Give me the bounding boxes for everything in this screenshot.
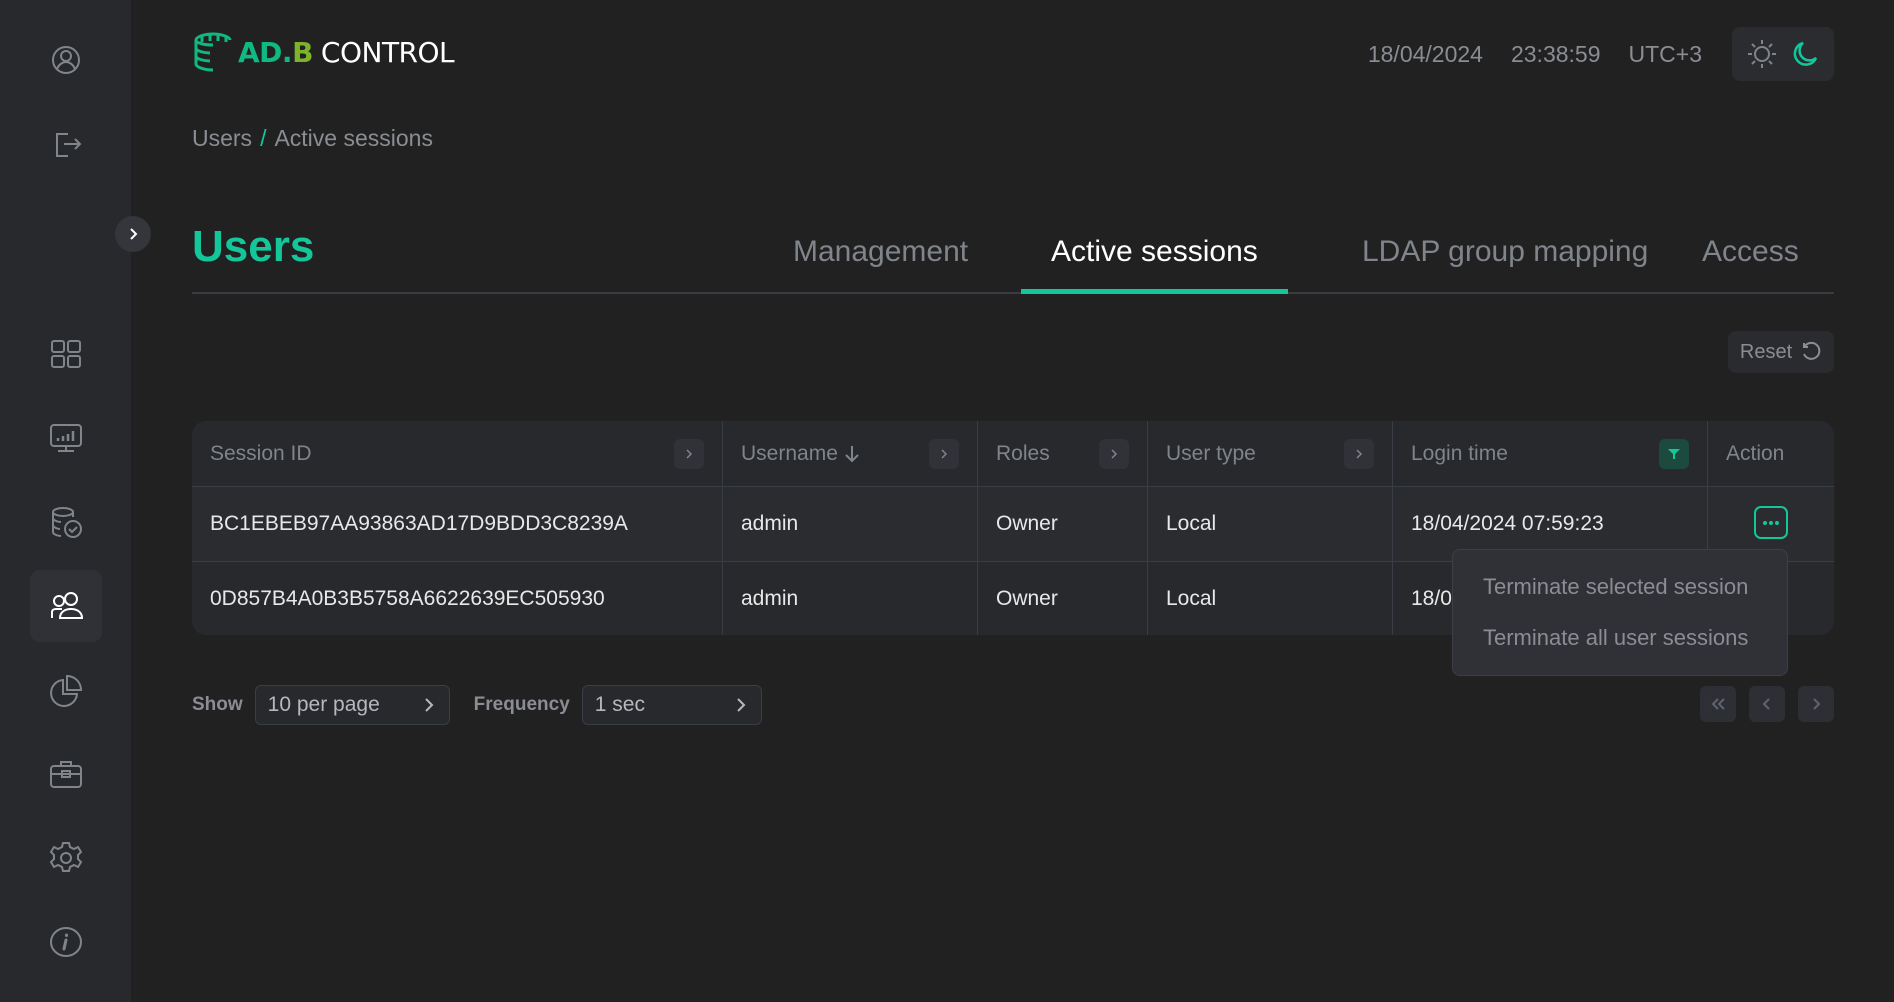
- breadcrumb: Users / Active sessions: [192, 125, 433, 152]
- info-icon[interactable]: [30, 906, 102, 978]
- filter-icon: [1668, 449, 1680, 459]
- logo-text-dot: .: [281, 35, 293, 69]
- logo-text-control: CONTROL: [320, 35, 455, 69]
- breadcrumb-active-sessions: Active sessions: [274, 125, 433, 151]
- header-date: 18/04/2024: [1367, 40, 1483, 67]
- menu-item-terminate-all-user-sessions[interactable]: Terminate all user sessions: [1453, 623, 1787, 674]
- page-size-value: 10 per page: [267, 693, 380, 716]
- table-controls: Show 10 per page Frequency 1 sec: [192, 685, 786, 725]
- cell-username: admin: [723, 487, 978, 561]
- column-header-username[interactable]: Username: [723, 421, 978, 486]
- column-header-login-time: Login time: [1393, 421, 1708, 486]
- moon-icon[interactable]: [1790, 39, 1820, 69]
- gear-icon[interactable]: [30, 822, 102, 894]
- show-label: Show: [192, 694, 243, 715]
- pie-chart-icon[interactable]: [30, 654, 102, 726]
- menu-item-terminate-selected-session[interactable]: Terminate selected session: [1453, 572, 1787, 623]
- column-header-roles: Roles: [978, 421, 1148, 486]
- chevron-right-icon: [1111, 449, 1118, 459]
- column-menu-button[interactable]: [1099, 439, 1129, 469]
- cell-roles: Owner: [978, 562, 1148, 635]
- sort-descending-icon[interactable]: [844, 444, 860, 464]
- briefcase-icon[interactable]: [30, 738, 102, 810]
- column-menu-button[interactable]: [674, 439, 704, 469]
- column-header-action: Action: [1708, 421, 1834, 486]
- sidebar-expand-button[interactable]: [115, 216, 151, 252]
- row-actions-menu: Terminate selected session Terminate all…: [1452, 549, 1788, 676]
- breadcrumb-users[interactable]: Users: [192, 125, 252, 152]
- tab-active-sessions[interactable]: Active sessions: [1021, 232, 1288, 294]
- logo[interactable]: AD.B CONTROL: [192, 31, 455, 73]
- sun-icon[interactable]: [1747, 39, 1777, 69]
- frequency-value: 1 sec: [594, 693, 645, 716]
- column-label: Login time: [1411, 441, 1508, 465]
- column-menu-button[interactable]: [929, 439, 959, 469]
- table-header-row: Session ID Username Roles User type Logi…: [192, 421, 1834, 487]
- column-label: User type: [1166, 441, 1256, 465]
- users-icon[interactable]: [30, 570, 102, 642]
- tab-management[interactable]: Management: [763, 232, 998, 292]
- chevron-right-icon: [737, 698, 746, 712]
- chevron-right-icon: [941, 449, 948, 459]
- header-status: 18/04/2024 23:38:59 UTC+3: [1368, 27, 1834, 81]
- chevrons-left-icon: [1711, 698, 1725, 710]
- refresh-icon: [1803, 341, 1821, 360]
- user-profile-icon[interactable]: [30, 24, 102, 96]
- header-timezone: UTC+3: [1628, 40, 1703, 67]
- tab-ldap-group-mapping[interactable]: LDAP group mapping: [1332, 232, 1678, 292]
- main-content: AD.B CONTROL 18/04/2024 23:38:59 UTC+3 Us…: [131, 0, 1894, 1002]
- column-filter-button[interactable]: [1659, 439, 1689, 469]
- column-menu-button[interactable]: [1344, 439, 1374, 469]
- cell-session-id: BC1EBEB97AA93863AD17D9BDD3C8239A: [192, 487, 723, 561]
- chevron-left-icon: [1762, 698, 1770, 710]
- column-label: Action: [1726, 441, 1785, 465]
- column-header-user-type: User type: [1148, 421, 1393, 486]
- frequency-label: Frequency: [473, 694, 570, 715]
- chevron-right-icon: [130, 228, 138, 240]
- dashboard-grid-icon[interactable]: [30, 318, 102, 390]
- page-size-select[interactable]: 10 per page: [254, 685, 450, 725]
- tab-access[interactable]: Access: [1672, 232, 1829, 292]
- first-page-button[interactable]: [1700, 686, 1736, 722]
- chevron-right-icon: [1356, 449, 1363, 459]
- reset-button[interactable]: Reset: [1728, 331, 1834, 373]
- column-label: Session ID: [210, 441, 312, 465]
- cell-username: admin: [723, 562, 978, 635]
- row-actions-button[interactable]: [1754, 506, 1788, 539]
- frequency-select[interactable]: 1 sec: [581, 685, 762, 725]
- cell-user-type: Local: [1148, 487, 1393, 561]
- pagination: [1700, 686, 1834, 722]
- cell-user-type: Local: [1148, 562, 1393, 635]
- cell-session-id: 0D857B4A0B3B5758A6622639EC505930: [192, 562, 723, 635]
- chevron-right-icon: [1813, 698, 1821, 710]
- chevron-right-icon: [686, 449, 693, 459]
- tabs: Management Active sessions LDAP group ma…: [192, 222, 1834, 294]
- monitoring-icon[interactable]: [30, 402, 102, 474]
- theme-toggle[interactable]: [1732, 27, 1834, 81]
- column-header-session-id: Session ID: [192, 421, 723, 486]
- column-label: Username: [741, 441, 838, 465]
- page-title: Users: [192, 222, 315, 271]
- logo-text-b: B: [292, 35, 313, 69]
- header-time: 23:38:59: [1510, 40, 1601, 67]
- next-page-button[interactable]: [1798, 686, 1834, 722]
- previous-page-button[interactable]: [1749, 686, 1785, 722]
- logout-icon[interactable]: [30, 108, 102, 180]
- cell-roles: Owner: [978, 487, 1148, 561]
- breadcrumb-separator: /: [260, 125, 267, 151]
- more-horizontal-icon: [1763, 520, 1779, 525]
- database-check-icon[interactable]: [30, 486, 102, 558]
- column-label: Roles: [996, 441, 1050, 465]
- sidebar: [0, 0, 131, 1002]
- logo-text-ad: AD: [238, 35, 282, 69]
- chevron-right-icon: [424, 698, 434, 712]
- reset-label: Reset: [1739, 340, 1793, 363]
- database-logo-icon: [194, 32, 232, 72]
